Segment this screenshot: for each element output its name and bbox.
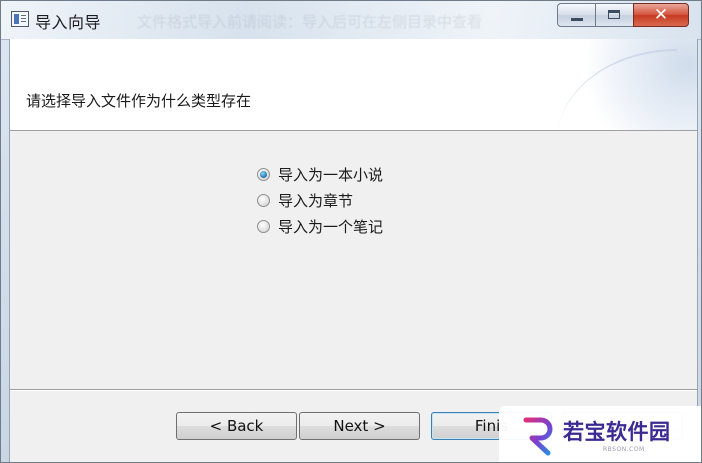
radio-option-chapter[interactable]: 导入为章节	[257, 187, 383, 213]
watermark-text: 若宝软件园	[563, 420, 671, 444]
radio-button-checked[interactable]	[257, 167, 270, 181]
background-ghost-text: 文件格式导入前请阅读：导入后可在左侧目录中查看	[137, 13, 483, 31]
minimize-icon	[571, 18, 583, 21]
next-button[interactable]: Next >	[299, 412, 420, 440]
radio-button[interactable]	[257, 219, 270, 233]
wizard-client-area: 请选择导入文件作为什么类型存在 导入为一本小说 导入为章节 导入为一个笔记 < …	[9, 39, 698, 462]
back-button[interactable]: < Back	[176, 412, 297, 440]
maximize-icon	[608, 10, 620, 19]
app-window-icon[interactable]	[11, 11, 29, 27]
window-title: 导入向导	[35, 13, 102, 32]
close-button[interactable]: ✕	[633, 3, 689, 27]
radio-button[interactable]	[257, 193, 270, 207]
minimize-button[interactable]	[557, 3, 595, 27]
app-icon-lines	[21, 15, 26, 16]
close-icon: ✕	[653, 5, 669, 25]
import-type-radio-group: 导入为一本小说 导入为章节 导入为一个笔记	[257, 161, 383, 239]
page-subtitle: 请选择导入文件作为什么类型存在	[26, 92, 252, 110]
maximize-button[interactable]	[595, 3, 633, 27]
wizard-header: 请选择导入文件作为什么类型存在	[10, 39, 697, 131]
radio-option-note[interactable]: 导入为一个笔记	[257, 213, 383, 239]
title-bar[interactable]: 导入向导 文件格式导入前请阅读：导入后可在左侧目录中查看 ✕	[1, 1, 701, 40]
site-watermark: 若宝软件园 RBSON.COM	[499, 406, 701, 462]
watermark-logo-icon	[523, 417, 553, 456]
radio-option-novel[interactable]: 导入为一本小说	[257, 161, 383, 187]
window-controls: ✕	[557, 3, 689, 27]
app-icon-tab	[14, 14, 19, 24]
wizard-window: 导入向导 文件格式导入前请阅读：导入后可在左侧目录中查看 ✕ 请选择导入文件作为…	[0, 0, 702, 463]
radio-label-novel[interactable]: 导入为一本小说	[278, 164, 383, 185]
watermark-url: RBSON.COM	[603, 446, 645, 453]
radio-label-chapter[interactable]: 导入为章节	[278, 190, 353, 211]
footer-separator	[10, 389, 697, 391]
radio-label-note[interactable]: 导入为一个笔记	[278, 216, 383, 237]
